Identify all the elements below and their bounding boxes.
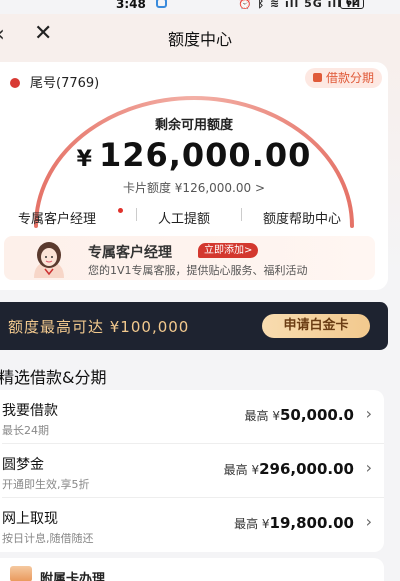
- manager-avatar-icon: [34, 242, 64, 278]
- loan-subtitle: 最长24期: [2, 424, 49, 437]
- supplementary-card-entry[interactable]: 附属卡办理: [0, 558, 384, 581]
- max-value: 50,000.0: [279, 406, 354, 424]
- loan-name: 网上取现: [2, 511, 58, 527]
- add-manager-button[interactable]: 立即添加>: [198, 243, 259, 258]
- chevron-right-icon: ›: [365, 404, 372, 423]
- list-item[interactable]: 圆梦金 开通即生效,享5折 最高 ¥296,000.00 ›: [0, 444, 384, 498]
- remaining-limit-value: 126,000.00: [98, 136, 312, 174]
- chevron-right-icon: ›: [365, 458, 372, 477]
- status-time: 3:48: [116, 0, 146, 11]
- page-title: 额度中心: [167, 30, 232, 49]
- loan-name: 圆梦金: [2, 457, 44, 473]
- installment-tag-button[interactable]: 借款分期: [304, 68, 382, 88]
- max-prefix: 最高 ¥: [234, 517, 270, 531]
- apply-platinum-button[interactable]: 申请白金卡: [262, 314, 370, 338]
- link-manual-limit-increase[interactable]: 人工提额: [158, 208, 210, 227]
- app-notification-icon: [156, 0, 167, 8]
- quick-links: 专属客户经理 人工提额 额度帮助中心: [0, 208, 388, 227]
- banner-text: 额度最高可达 ¥100,000: [8, 318, 190, 336]
- account-manager-card[interactable]: 专属客户经理 立即添加> 您的1V1专属客服，提供贴心服务、福利活动: [4, 236, 375, 280]
- loan-max-amount: 最高 ¥19,800.00: [234, 514, 354, 532]
- link-account-manager[interactable]: 专属客户经理: [18, 208, 96, 227]
- supplementary-card-label: 附属卡办理: [40, 572, 106, 581]
- credit-card-summary: 尾号(7769) 借款分期 剩余可用额度 ¥126,000.00 卡片额度 ¥1…: [0, 62, 388, 290]
- platinum-card-banner: 额度最高可达 ¥100,000 申请白金卡: [0, 302, 388, 350]
- max-value: 296,000.00: [259, 460, 354, 478]
- card-tail-row: 尾号(7769): [10, 72, 99, 91]
- bank-logo-icon: [10, 77, 20, 88]
- loan-subtitle: 开通即生效,享5折: [2, 478, 90, 491]
- manager-description: 您的1V1专属客服，提供贴心服务、福利活动: [88, 264, 308, 277]
- bag-icon: [312, 73, 322, 82]
- battery-icon: 62: [340, 0, 364, 9]
- chevron-right-icon: ›: [365, 512, 372, 531]
- card-tail-number: 尾号(7769): [30, 76, 100, 91]
- divider: [136, 208, 137, 221]
- divider: [241, 208, 242, 221]
- section-title: 精选借款&分期: [0, 368, 107, 387]
- status-bar: 3:48 ⏰ ᛒ ≋ ıll 5G ıll ıll 62: [0, 0, 400, 14]
- loan-max-amount: 最高 ¥296,000.00: [224, 460, 354, 478]
- max-value: 19,800.00: [269, 514, 354, 532]
- notification-dot: [118, 208, 123, 213]
- link-limit-help-center[interactable]: 额度帮助中心: [263, 208, 341, 227]
- remaining-limit-label: 剩余可用额度: [154, 118, 233, 133]
- max-prefix: 最高 ¥: [244, 409, 280, 423]
- list-item[interactable]: 网上取现 按日计息,随借随还 最高 ¥19,800.00 ›: [0, 498, 384, 552]
- loan-name: 我要借款: [2, 403, 58, 419]
- max-prefix: 最高 ¥: [223, 463, 260, 477]
- loan-max-amount: 最高 ¥50,000.0: [245, 406, 354, 424]
- installment-tag-label: 借款分期: [325, 71, 374, 85]
- currency-symbol: ¥: [76, 147, 93, 172]
- loan-subtitle: 按日计息,随借随还: [2, 532, 94, 545]
- nav-bar: ‹ ✕ 额度中心: [0, 14, 400, 58]
- card-limit-link[interactable]: 卡片额度 ¥126,000.00 >: [0, 179, 388, 196]
- list-item[interactable]: 我要借款 最长24期 最高 ¥50,000.0 ›: [0, 390, 384, 444]
- remaining-limit-amount: ¥126,000.00: [0, 136, 388, 174]
- loan-list: 我要借款 最长24期 最高 ¥50,000.0 › 圆梦金 开通即生效,享5折 …: [0, 390, 384, 552]
- manager-title: 专属客户经理: [88, 245, 172, 261]
- card-icon: [10, 566, 32, 581]
